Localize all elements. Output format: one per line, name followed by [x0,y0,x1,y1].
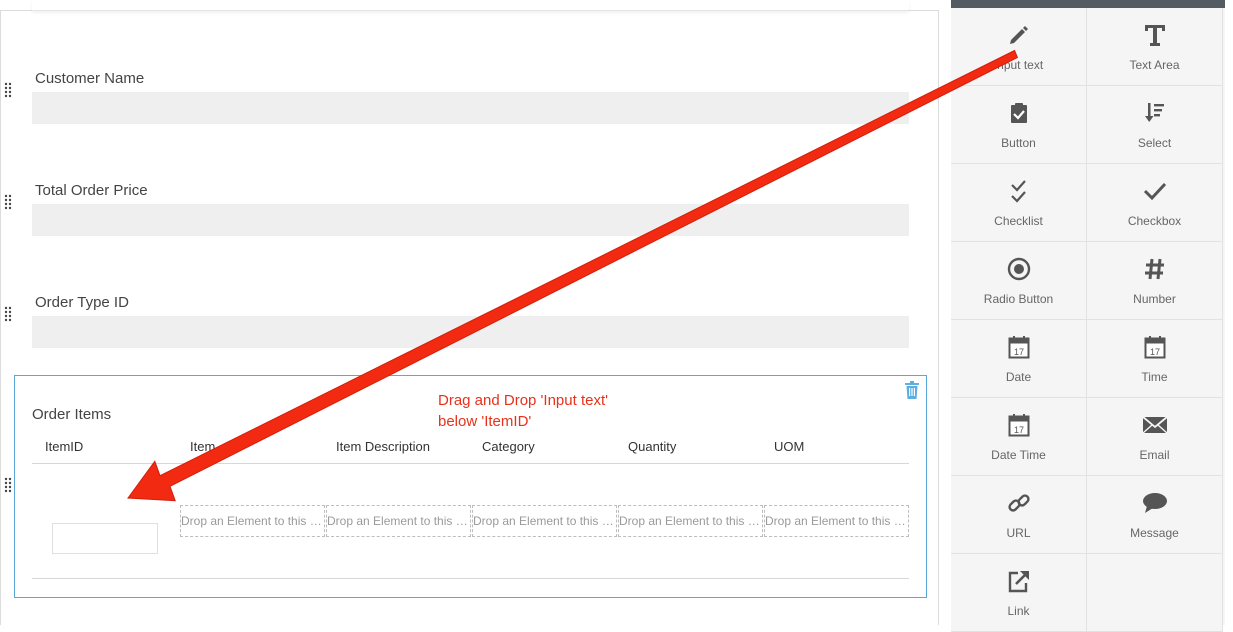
palette-item-message[interactable]: Message [1087,476,1223,554]
footer-divider [32,578,909,579]
external-link-icon [951,568,1086,594]
sort-list-icon [1087,100,1222,126]
itemid-input[interactable] [52,523,158,554]
palette-item-label: Checkbox [1127,214,1182,228]
column-header-uom: UOM [774,439,805,454]
calendar-icon: 17 [951,334,1086,360]
palette-item-label: Message [1130,526,1179,540]
drop-zone-quantity[interactable]: Drop an Element to this … [618,505,763,537]
palette-item-button[interactable]: Button [951,86,1087,164]
customer-name-input[interactable] [32,92,909,124]
pencil-icon [951,22,1086,48]
palette-item-input-text[interactable]: Input text [951,8,1087,86]
palette-item-time[interactable]: 17 Time [1087,320,1223,398]
header-divider [32,463,909,464]
svg-text:17: 17 [1013,425,1023,435]
drop-zone-item-description[interactable]: Drop an Element to this … [326,505,471,537]
drop-zone-category[interactable]: Drop an Element to this … [472,505,617,537]
palette-item-label: Text Area [1129,58,1180,72]
palette-item-label: Checklist [994,214,1043,228]
column-header-quantity: Quantity [628,439,677,454]
palette-item-date-time[interactable]: 17 Date Time [951,398,1087,476]
palette-item-label: Select [1137,136,1172,150]
drop-zone-item[interactable]: Drop an Element to this … [180,505,325,537]
column-header-item-description: Item Description [336,439,430,454]
check-icon [1087,178,1222,204]
palette-item-label: Number [1133,292,1176,306]
svg-text:17: 17 [1149,347,1159,357]
link-chain-icon [951,490,1086,516]
drag-handle-icon[interactable] [4,194,12,210]
form-canvas: Customer Name Total Order Price Order Ty… [0,0,941,625]
envelope-icon [1087,412,1222,438]
svg-text:17: 17 [1013,347,1023,357]
palette-item-number[interactable]: Number [1087,242,1223,320]
column-header-item: Item [190,439,216,454]
order-type-id-label: Order Type ID [35,294,129,311]
palette-item-date[interactable]: 17 Date [951,320,1087,398]
clipboard-check-icon [951,100,1086,126]
calendar-icon: 17 [951,412,1086,438]
drag-handle-icon[interactable] [4,306,12,322]
element-palette: Input text Text Area Button Select Check… [951,0,1225,632]
palette-item-radio-button[interactable]: Radio Button [951,242,1087,320]
calendar-icon: 17 [1087,334,1222,360]
double-check-icon [951,178,1086,204]
palette-item-label: Date Time [991,448,1046,462]
palette-item-select[interactable]: Select [1087,86,1223,164]
palette-header-bar [951,0,1225,8]
instruction-annotation: Drag and Drop 'Input text' below 'ItemID… [438,392,608,430]
customer-name-label: Customer Name [35,70,145,87]
order-type-id-input[interactable] [32,316,909,348]
palette-item-label: Time [1141,370,1168,384]
palette-item-link[interactable]: Link [951,554,1087,632]
total-order-price-label: Total Order Price [35,182,148,199]
palette-item-text-area[interactable]: Text Area [1087,8,1223,86]
table-title: Order Items [32,406,112,423]
palette-item-checkbox[interactable]: Checkbox [1087,164,1223,242]
palette-empty-slot [1087,554,1223,632]
palette-item-checklist[interactable]: Checklist [951,164,1087,242]
palette-item-label: Button [1001,136,1036,150]
drag-handle-icon[interactable] [4,82,12,98]
palette-item-label: Email [1139,448,1170,462]
hash-icon [1087,256,1222,282]
trash-icon[interactable] [905,381,919,399]
palette-item-label: Input text [993,58,1044,72]
speech-bubble-icon [1087,490,1222,516]
column-header-itemid: ItemID [45,439,84,454]
drag-handle-icon[interactable] [4,477,12,493]
text-t-icon [1087,22,1222,48]
palette-item-label: Radio Button [983,292,1054,306]
total-order-price-input[interactable] [32,204,909,236]
drop-zone-uom[interactable]: Drop an Element to this … [764,505,909,537]
column-header-category: Category [482,439,535,454]
palette-item-label: Link [1007,604,1030,618]
palette-item-url[interactable]: URL [951,476,1087,554]
palette-item-email[interactable]: Email [1087,398,1223,476]
palette-item-label: Date [1005,370,1032,384]
palette-item-label: URL [1006,526,1031,540]
previous-field-edge [32,0,909,11]
radio-icon [951,256,1086,282]
